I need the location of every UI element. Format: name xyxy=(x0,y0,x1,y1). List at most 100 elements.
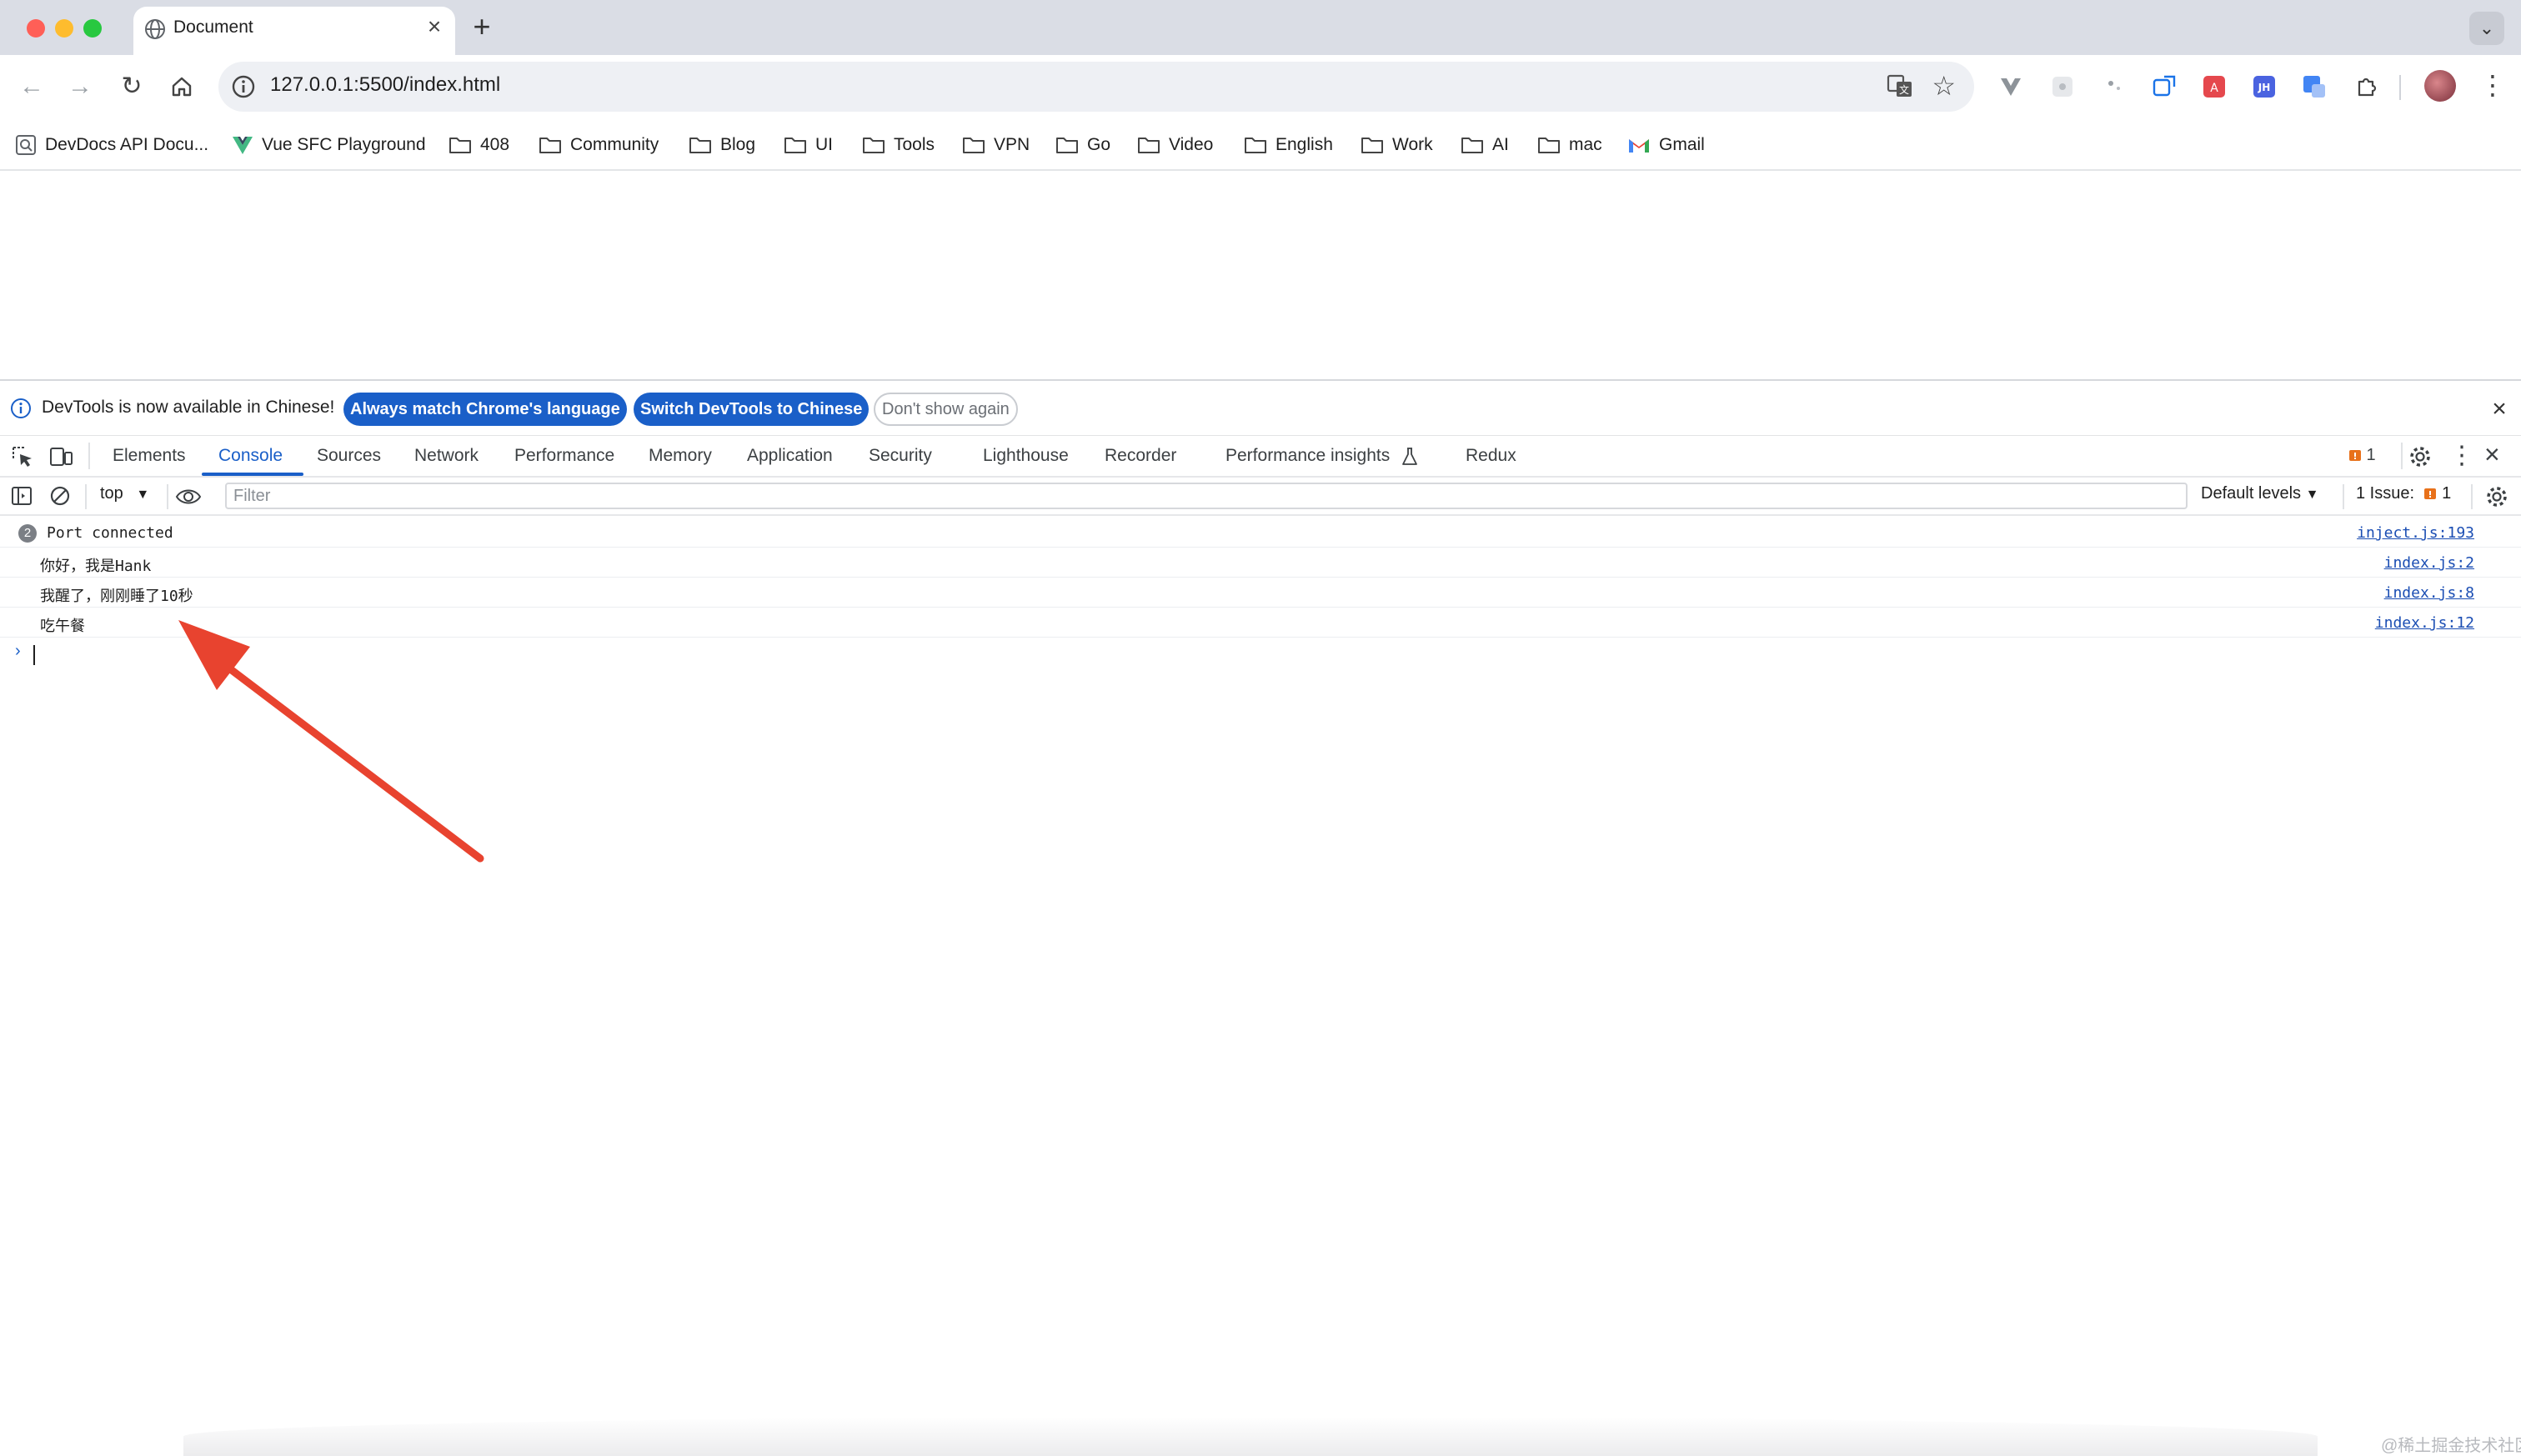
bookmark-folder-408[interactable]: 408 xyxy=(449,122,509,168)
dropdown-caret-icon: ▼ xyxy=(2305,488,2319,502)
jh-extension-icon[interactable]: JH xyxy=(2251,73,2278,100)
console-message-text: 吃午餐 xyxy=(40,618,85,635)
tab-strip: Document × + ⌄ xyxy=(0,0,2521,55)
bookmark-folder-community[interactable]: Community xyxy=(539,122,659,168)
tab-search-button[interactable]: ⌄ xyxy=(2469,12,2504,45)
experimental-flask-icon xyxy=(1402,448,1417,465)
folder-icon xyxy=(1245,138,1266,153)
browser-tab-active[interactable]: Document × xyxy=(133,7,455,55)
bookmark-devdocs[interactable]: DevDocs API Docu... xyxy=(15,122,208,168)
log-levels-dropdown[interactable]: Default levels ▼ xyxy=(2201,484,2318,503)
live-expression-eye-icon[interactable] xyxy=(175,486,202,508)
inspect-element-icon[interactable] xyxy=(10,444,35,469)
bookmark-folder-tools[interactable]: Tools xyxy=(862,122,935,168)
site-info-icon[interactable] xyxy=(230,73,257,100)
filter-text-field[interactable] xyxy=(227,484,2186,508)
minimize-window-button[interactable] xyxy=(55,19,73,38)
tab-elements[interactable]: Elements xyxy=(113,446,186,466)
tab-redux[interactable]: Redux xyxy=(1466,446,1516,466)
vue-devtools-extension-icon[interactable] xyxy=(1997,73,2024,100)
clear-console-icon[interactable] xyxy=(48,484,72,508)
gmail-icon xyxy=(1629,139,1649,153)
page-viewport xyxy=(0,171,2521,379)
device-toolbar-icon[interactable] xyxy=(48,444,73,469)
bookmark-folder-work[interactable]: Work xyxy=(1361,122,1433,168)
console-source-link[interactable]: index.js:8 xyxy=(2384,584,2474,602)
bookmark-folder-ai[interactable]: AI xyxy=(1461,122,1509,168)
console-filter-input[interactable] xyxy=(225,483,2188,509)
bookmark-gmail[interactable]: Gmail xyxy=(1627,122,1705,168)
tab-application[interactable]: Application xyxy=(747,446,833,466)
devtools-more-options-icon[interactable]: ⋮ xyxy=(2449,441,2474,470)
tab-sources[interactable]: Sources xyxy=(317,446,381,466)
tab-console[interactable]: Console xyxy=(218,446,283,466)
bookmark-folder-blog[interactable]: Blog xyxy=(689,122,755,168)
tab-recorder[interactable]: Recorder xyxy=(1105,446,1176,466)
tab-close-icon[interactable]: × xyxy=(422,14,447,39)
tab-memory[interactable]: Memory xyxy=(649,446,712,466)
tab-security[interactable]: Security xyxy=(869,446,932,466)
google-translate-extension-icon[interactable] xyxy=(2301,73,2328,100)
watermark-text: @稀土掘金技术社区 xyxy=(2381,1437,2521,1455)
profile-avatar[interactable] xyxy=(2424,70,2456,102)
svg-text:JH: JH xyxy=(2258,82,2271,93)
console-message: 你好，我是Hank index.js:2 xyxy=(0,548,2521,578)
forward-button[interactable]: → xyxy=(62,68,98,105)
console-toolbar-divider xyxy=(167,484,168,509)
bookmark-star-icon[interactable]: ☆ xyxy=(1932,70,1956,102)
screenshot-extension-icon[interactable] xyxy=(2151,73,2178,100)
bookmark-folder-video[interactable]: Video xyxy=(1137,122,1213,168)
always-match-language-button[interactable]: Always match Chrome's language xyxy=(343,393,627,426)
tab-performance[interactable]: Performance xyxy=(514,446,614,466)
tabbar-divider-right xyxy=(2401,443,2403,469)
issue-flag-icon xyxy=(2349,449,2361,461)
infobar-close-icon[interactable]: × xyxy=(2484,394,2514,424)
maximize-window-button[interactable] xyxy=(83,19,102,38)
reload-button[interactable]: ↻ xyxy=(113,68,150,105)
bookmark-folder-go[interactable]: Go xyxy=(1055,122,1110,168)
address-bar[interactable]: 127.0.0.1:5500/index.html 文 ☆ xyxy=(218,62,1974,112)
console-input-caret[interactable] xyxy=(33,645,35,665)
tab-lighthouse[interactable]: Lighthouse xyxy=(983,446,1069,466)
issues-counter[interactable]: 1 xyxy=(2348,446,2376,465)
back-button[interactable]: ← xyxy=(13,68,50,105)
console-source-link[interactable]: index.js:12 xyxy=(2375,614,2474,632)
console-toolbar-divider xyxy=(2343,484,2344,509)
translate-icon[interactable]: 文 xyxy=(1886,72,1914,100)
console-message-text: 你好，我是Hank xyxy=(40,558,152,575)
active-tab-indicator xyxy=(202,473,303,476)
issue-flag-icon xyxy=(2423,488,2436,499)
console-settings-gear-icon[interactable] xyxy=(2484,484,2509,509)
tab-title: Document xyxy=(173,18,253,37)
address-url[interactable]: 127.0.0.1:5500/index.html xyxy=(270,73,500,97)
folder-icon xyxy=(539,138,561,153)
tab-performance-insights[interactable]: Performance insights xyxy=(1225,446,1390,466)
bookmark-folder-vpn[interactable]: VPN xyxy=(962,122,1030,168)
globe-icon xyxy=(145,19,165,39)
react-devtools-extension-icon[interactable] xyxy=(2049,73,2076,100)
dont-show-again-button[interactable]: Don't show again xyxy=(874,393,1018,426)
sparkle-extension-icon[interactable] xyxy=(2101,73,2128,100)
devtools-language-infobar: DevTools is now available in Chinese! Al… xyxy=(0,381,2521,436)
switch-devtools-chinese-button[interactable]: Switch DevTools to Chinese xyxy=(634,393,870,426)
execution-context-select[interactable]: top ▼ xyxy=(100,484,149,503)
settings-gear-icon[interactable] xyxy=(2408,444,2433,469)
console-source-link[interactable]: inject.js:193 xyxy=(2357,524,2474,542)
bookmark-folder-ui[interactable]: UI xyxy=(784,122,833,168)
sidebar-toggle-icon[interactable] xyxy=(10,484,33,508)
bookmark-folder-mac[interactable]: mac xyxy=(1537,122,1602,168)
devtools-close-icon[interactable]: × xyxy=(2484,439,2500,470)
tab-network[interactable]: Network xyxy=(414,446,479,466)
close-window-button[interactable] xyxy=(27,19,45,38)
chrome-menu-button[interactable]: ⋮ xyxy=(2479,68,2506,102)
bookmark-folder-english[interactable]: English xyxy=(1244,122,1333,168)
new-tab-button[interactable]: + xyxy=(465,10,499,43)
console-prompt-chevron-icon: › xyxy=(15,642,21,660)
svg-text:文: 文 xyxy=(1899,83,1909,96)
console-source-link[interactable]: index.js:2 xyxy=(2384,554,2474,572)
issues-button[interactable]: 1 Issue: 1 xyxy=(2356,484,2451,503)
extensions-puzzle-icon[interactable] xyxy=(2353,73,2379,100)
home-button[interactable] xyxy=(163,68,200,105)
dictionary-extension-icon[interactable]: A xyxy=(2201,73,2228,100)
bookmark-vue-sfc-playground[interactable]: Vue SFC Playground xyxy=(232,122,426,168)
